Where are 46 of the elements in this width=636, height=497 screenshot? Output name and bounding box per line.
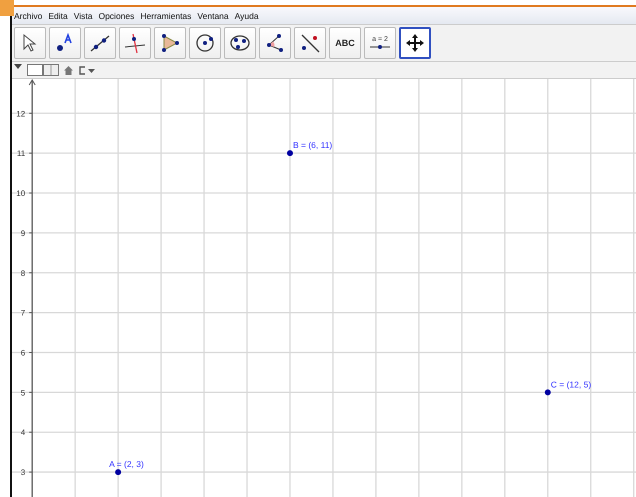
axis-tick-label: 12 xyxy=(16,109,26,118)
axis-tick-label: 7 xyxy=(20,308,26,318)
slider-icon xyxy=(369,44,391,50)
menu-item[interactable]: Ayuda xyxy=(234,10,259,20)
tool-button[interactable] xyxy=(224,27,256,59)
tool-button[interactable] xyxy=(84,27,116,59)
tool-button[interactable] xyxy=(294,27,326,59)
point-label: B = (6, 11) xyxy=(292,140,332,150)
tool-button[interactable] xyxy=(14,27,46,59)
tool-button[interactable] xyxy=(154,27,186,59)
tool-button[interactable] xyxy=(119,27,151,59)
tool-button[interactable] xyxy=(399,27,431,59)
capture-dropdown-icon[interactable] xyxy=(78,66,96,74)
axis-tick-label: 3 xyxy=(20,468,26,478)
menu-item[interactable]: Edita xyxy=(48,10,68,20)
point-marker[interactable] xyxy=(115,469,122,476)
point-label: C = (12, 5) xyxy=(550,379,592,390)
menu-item[interactable]: Archivo xyxy=(14,10,42,20)
home-icon[interactable] xyxy=(64,66,73,74)
point-marker[interactable] xyxy=(544,389,551,396)
collapse-triangle-icon[interactable] xyxy=(14,64,22,70)
tool-button[interactable] xyxy=(259,27,291,59)
move-arrows-icon xyxy=(404,32,426,54)
axis-tick-label: 5 xyxy=(20,388,26,398)
tool-button[interactable] xyxy=(189,27,221,59)
menu-item[interactable]: Ventana xyxy=(197,10,229,20)
tool-button[interactable]: ABC xyxy=(329,27,361,59)
perpendicular-lines-icon xyxy=(124,32,146,54)
menu-item[interactable]: Herramientas xyxy=(140,10,192,20)
axis-tick-label: 10 xyxy=(16,189,26,198)
axis-tick-label: 11 xyxy=(16,149,26,158)
triangle-icon xyxy=(159,32,181,54)
menu-item[interactable]: Opciones xyxy=(98,10,134,20)
layout-toggle-icon[interactable] xyxy=(27,64,59,76)
reflect-icon xyxy=(299,32,321,54)
axis-tick-label: 9 xyxy=(20,228,26,238)
axis-tick-label: 6 xyxy=(20,348,26,358)
axis-tick-label: 4 xyxy=(20,428,26,438)
point-label: A = (2, 3) xyxy=(109,459,144,470)
tool-button[interactable] xyxy=(49,27,81,59)
point-marker[interactable] xyxy=(286,150,293,156)
menu-item[interactable]: Vista xyxy=(74,10,92,20)
circle-icon xyxy=(194,32,216,54)
graphics-view[interactable]: 12 11 10 9 8 7 6 5 4 3 A = (2, 3) B = (6, 11) C = (12, 5) xyxy=(12,79,636,497)
angle-icon xyxy=(264,32,286,54)
axis-tick-label: 8 xyxy=(20,268,26,278)
